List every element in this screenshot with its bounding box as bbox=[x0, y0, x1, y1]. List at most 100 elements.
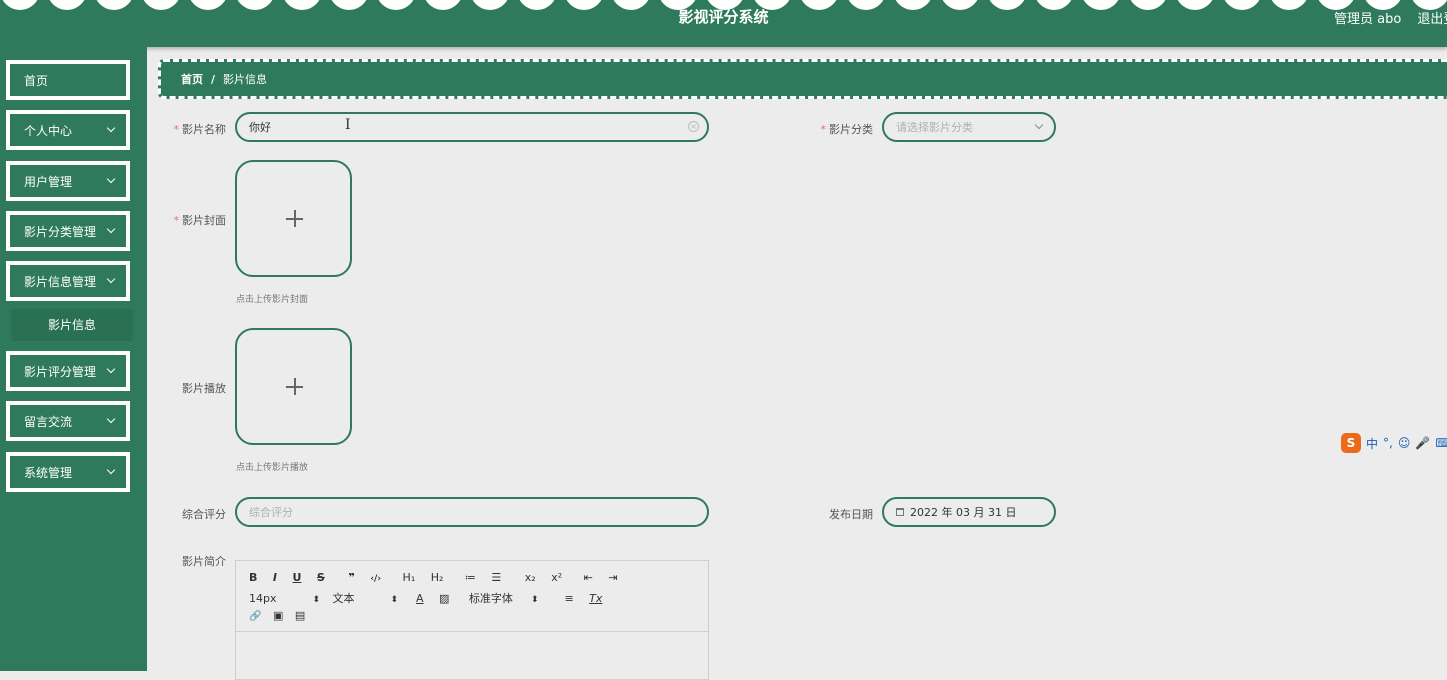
font-size-value: 14px bbox=[249, 592, 277, 605]
breadcrumb-current: 影片信息 bbox=[223, 73, 268, 86]
score-placeholder: 综合评分 bbox=[249, 506, 293, 519]
text-cursor-icon: I bbox=[345, 117, 351, 133]
editor-toolbar-row-3: 🔗 ▣ ▤ bbox=[249, 609, 317, 622]
strikethrough-icon[interactable]: S bbox=[317, 571, 325, 584]
bullet-list-icon[interactable]: ☰ bbox=[491, 571, 501, 584]
top-header: 影视评分系统 管理员 abo 退出登 bbox=[0, 0, 1447, 47]
sidebar-subitem-film-info[interactable]: 影片信息 bbox=[12, 309, 132, 339]
breadcrumb-home[interactable]: 首页 bbox=[181, 71, 203, 87]
updown-icon: ⬍ bbox=[390, 595, 399, 605]
film-cover-label-text: 影片封面 bbox=[182, 214, 226, 227]
sogou-logo-icon[interactable]: S bbox=[1341, 433, 1361, 453]
subscript-icon[interactable]: x₂ bbox=[525, 571, 536, 584]
admin-username: 管理员 abo bbox=[1334, 12, 1402, 27]
sidebar-item-label: 影片信息管理 bbox=[24, 274, 97, 289]
release-date-picker[interactable]: 2022 年 03 月 31 日 bbox=[882, 497, 1056, 527]
blockquote-icon[interactable]: ❞ bbox=[348, 571, 354, 584]
emoji-icon[interactable]: ☺ bbox=[1398, 436, 1411, 450]
required-mark: * bbox=[173, 123, 180, 136]
block-type-select[interactable]: 文本 ⬍ bbox=[333, 590, 403, 606]
image-icon[interactable]: ▣ bbox=[273, 609, 283, 622]
chinese-mode-icon[interactable]: 中 bbox=[1366, 435, 1378, 452]
align-icon[interactable]: ≡ bbox=[564, 592, 573, 605]
chevron-down-icon bbox=[106, 274, 116, 284]
calendar-icon bbox=[896, 508, 904, 516]
film-category-placeholder: 请选择影片分类 bbox=[896, 121, 973, 134]
chevron-down-icon bbox=[106, 174, 116, 184]
rich-text-editor: B I U S ❞ ‹/› H₁ H₂ ≔ ☰ x₂ x² ⇤ ⇥ 14px ⬍ … bbox=[235, 560, 709, 680]
font-size-select[interactable]: 14px ⬍ bbox=[249, 592, 321, 605]
editor-content-area[interactable] bbox=[236, 632, 708, 680]
film-play-label-text: 影片播放 bbox=[182, 382, 226, 395]
required-mark: * bbox=[820, 123, 827, 136]
app-title: 影视评分系统 bbox=[678, 8, 769, 26]
release-date-label: 发布日期 bbox=[829, 508, 873, 521]
chevron-down-icon bbox=[106, 465, 116, 475]
code-block-icon[interactable]: ‹/› bbox=[370, 574, 381, 584]
indent-icon[interactable]: ⇥ bbox=[608, 571, 617, 584]
sidebar-item-label: 个人中心 bbox=[24, 123, 73, 138]
sidebar-item-label: 用户管理 bbox=[24, 174, 73, 189]
film-cover-upload[interactable] bbox=[235, 160, 352, 277]
chevron-down-icon bbox=[106, 123, 116, 133]
film-category-select[interactable]: 请选择影片分类 bbox=[882, 112, 1056, 142]
link-icon[interactable]: 🔗 bbox=[249, 611, 261, 622]
film-category-label: * 影片分类 bbox=[813, 121, 874, 137]
chevron-down-icon bbox=[106, 414, 116, 424]
chevron-down-icon bbox=[1034, 120, 1044, 130]
updown-icon: ⬍ bbox=[312, 595, 321, 605]
superscript-icon[interactable]: x² bbox=[551, 571, 562, 584]
underline-icon[interactable]: U bbox=[292, 571, 301, 584]
heading-2-icon[interactable]: H₂ bbox=[431, 571, 444, 584]
editor-toolbar: B I U S ❞ ‹/› H₁ H₂ ≔ ☰ x₂ x² ⇤ ⇥ 14px ⬍ … bbox=[236, 561, 708, 632]
film-category-label-text: 影片分类 bbox=[829, 123, 873, 136]
italic-icon[interactable]: I bbox=[273, 571, 277, 584]
breadcrumb: 首页 / 影片信息 bbox=[158, 59, 1447, 99]
film-intro-label: 影片简介 bbox=[182, 555, 226, 568]
film-name-input[interactable]: 你好 × bbox=[235, 112, 709, 142]
sidebar-item-rating-management[interactable]: 影片评分管理 bbox=[6, 351, 130, 391]
sidebar-item-home[interactable]: 首页 bbox=[6, 60, 130, 100]
header-user-area: 管理员 abo 退出登 bbox=[1334, 8, 1447, 27]
heading-1-icon[interactable]: H₁ bbox=[403, 571, 416, 584]
film-name-label: * 影片名称 bbox=[166, 121, 227, 137]
film-name-label-text: 影片名称 bbox=[182, 123, 226, 136]
ordered-list-icon[interactable]: ≔ bbox=[465, 571, 476, 584]
editor-toolbar-row-1: B I U S ❞ ‹/› H₁ H₂ ≔ ☰ x₂ x² ⇤ ⇥ bbox=[249, 571, 630, 584]
sidebar-item-user-management[interactable]: 用户管理 bbox=[6, 161, 130, 201]
film-play-upload[interactable] bbox=[235, 328, 352, 445]
bold-icon[interactable]: B bbox=[249, 571, 257, 584]
sidebar: 首页 个人中心 用户管理 影片分类管理 影片信息管理 影片信息 影片评分管理 留… bbox=[0, 47, 147, 671]
sidebar-item-personal-center[interactable]: 个人中心 bbox=[6, 110, 130, 150]
font-family-value: 标准字体 bbox=[468, 592, 513, 605]
plus-icon bbox=[294, 210, 296, 227]
film-play-hint: 点击上传影片播放 bbox=[236, 463, 309, 473]
score-label: 综合评分 bbox=[182, 508, 226, 521]
outdent-icon[interactable]: ⇤ bbox=[584, 571, 593, 584]
ime-toolbar: S 中 °, ☺ 🎤 ⌨ bbox=[1341, 432, 1447, 454]
film-name-value: 你好 bbox=[249, 121, 271, 134]
font-color-icon[interactable]: A bbox=[416, 592, 424, 605]
font-family-select[interactable]: 标准字体 ⬍ bbox=[469, 590, 551, 606]
chevron-down-icon bbox=[106, 224, 116, 234]
punctuation-icon[interactable]: °, bbox=[1383, 436, 1393, 450]
microphone-icon[interactable]: 🎤 bbox=[1415, 436, 1430, 450]
keyboard-icon[interactable]: ⌨ bbox=[1435, 436, 1447, 450]
film-cover-label: * 影片封面 bbox=[166, 212, 227, 228]
sidebar-item-system-management[interactable]: 系统管理 bbox=[6, 452, 130, 492]
required-mark: * bbox=[173, 214, 180, 227]
chevron-down-icon bbox=[106, 364, 116, 374]
sidebar-item-message-board[interactable]: 留言交流 bbox=[6, 401, 130, 441]
logout-link[interactable]: 退出登 bbox=[1417, 12, 1447, 27]
editor-toolbar-row-2: 14px ⬍ 文本 ⬍ A ▨ 标准字体 ⬍ ≡ Tx bbox=[249, 590, 614, 606]
updown-icon: ⬍ bbox=[530, 595, 539, 605]
background-color-icon[interactable]: ▨ bbox=[439, 592, 449, 605]
video-icon[interactable]: ▤ bbox=[295, 609, 305, 622]
score-input[interactable]: 综合评分 bbox=[235, 497, 709, 527]
film-cover-hint: 点击上传影片封面 bbox=[236, 295, 309, 305]
sidebar-item-film-info-management[interactable]: 影片信息管理 bbox=[6, 261, 130, 301]
sidebar-item-category-management[interactable]: 影片分类管理 bbox=[6, 211, 130, 251]
clear-format-icon[interactable]: Tx bbox=[589, 592, 602, 605]
clear-icon[interactable]: × bbox=[688, 121, 699, 132]
sidebar-item-label: 影片分类管理 bbox=[24, 224, 97, 239]
